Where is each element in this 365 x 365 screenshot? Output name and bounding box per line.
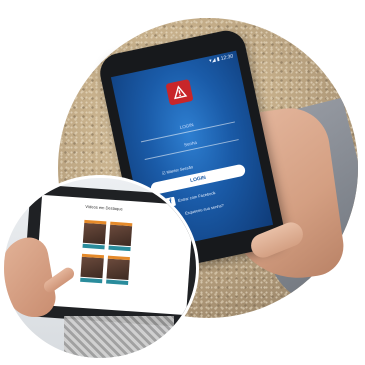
tablet-screen: Vídeos em Destaque [34, 194, 194, 316]
warning-triangle-icon [165, 79, 194, 106]
marketing-scene: ▾◢ ▮ 12:30 LOGIN Senha ☑ Manter Sessão L… [0, 0, 365, 365]
tablet-header: Vídeos em Destaque [85, 203, 123, 212]
tablet-photo-circle: Vídeos em Destaque [4, 178, 196, 358]
video-tile[interactable] [106, 255, 130, 286]
patterned-sleeve [64, 316, 174, 358]
status-bar: ▾◢ ▮ 12:30 [208, 53, 234, 65]
video-tile[interactable] [80, 253, 105, 284]
remember-session-checkbox[interactable]: ☑ Manter Sessão [161, 164, 193, 175]
video-tile[interactable] [82, 219, 107, 250]
video-tile[interactable] [108, 221, 133, 252]
